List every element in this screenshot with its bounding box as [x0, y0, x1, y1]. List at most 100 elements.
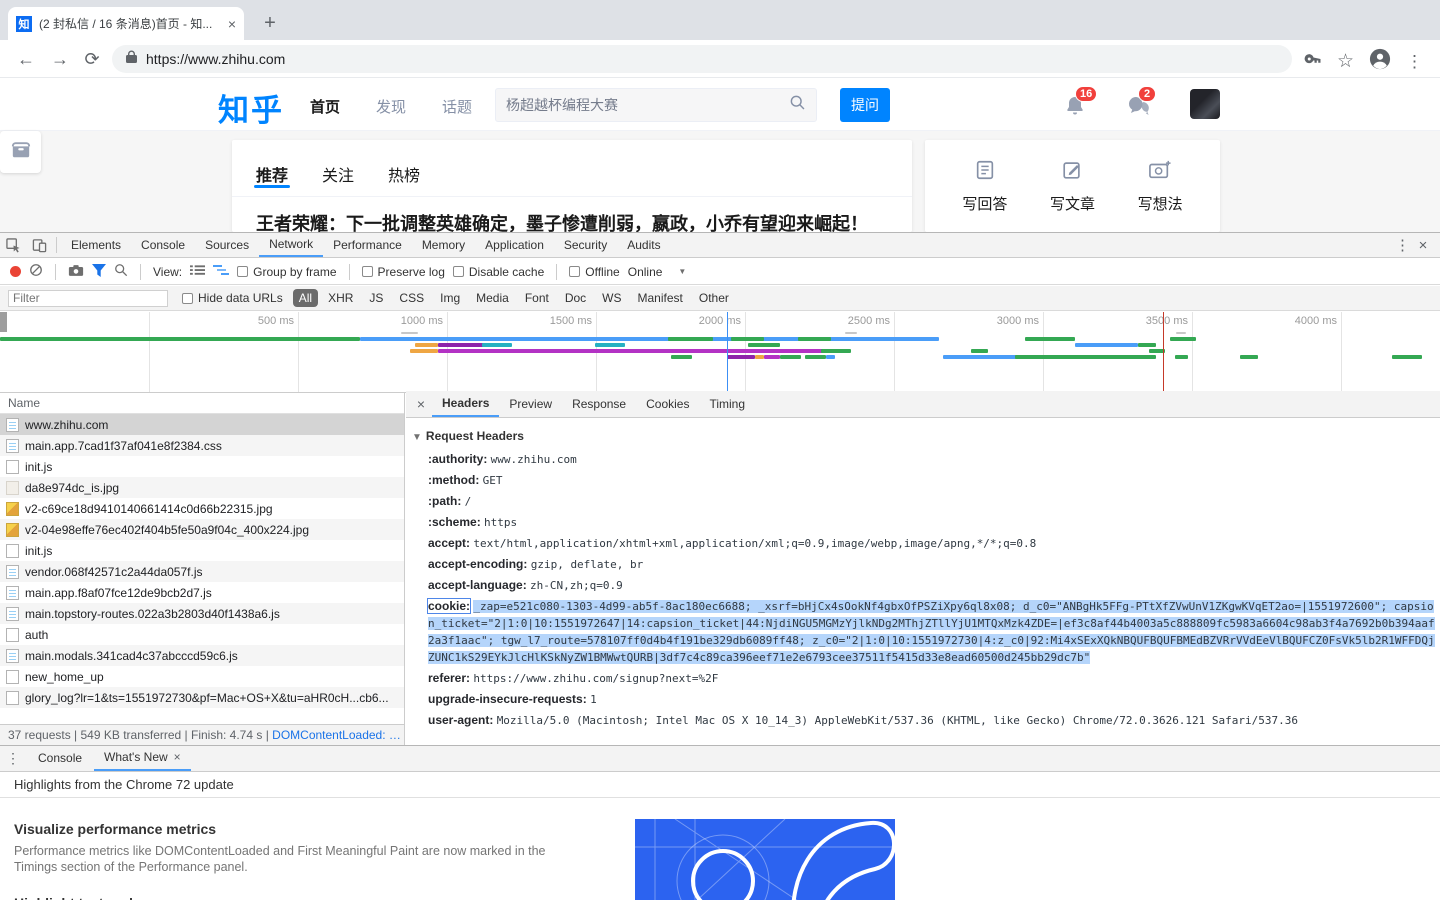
- disable-cache-checkbox[interactable]: Disable cache: [453, 265, 544, 279]
- request-row[interactable]: auth: [0, 624, 404, 645]
- feed-tab-[interactable]: 推荐: [256, 162, 288, 196]
- view-waterfall-icon[interactable]: [213, 264, 229, 279]
- devtools-tab-application[interactable]: Application: [475, 233, 554, 257]
- back-icon[interactable]: ←: [14, 48, 38, 72]
- devtools-tab-security[interactable]: Security: [554, 233, 617, 257]
- zhihu-logo[interactable]: 知乎: [218, 85, 284, 130]
- filter-type-all[interactable]: All: [293, 289, 318, 307]
- request-row[interactable]: main.app.7cad1f37af041e8f2384.css: [0, 435, 404, 456]
- close-details-icon[interactable]: ×: [412, 396, 430, 412]
- network-overview-timeline[interactable]: 500 ms1000 ms1500 ms2000 ms2500 ms3000 m…: [0, 312, 1440, 393]
- nav-topics[interactable]: 话题: [442, 96, 472, 117]
- ask-question-button[interactable]: 提问: [840, 88, 890, 122]
- filter-type-xhr[interactable]: XHR: [322, 289, 359, 307]
- drawer-tab-whats-new[interactable]: What's New×: [94, 746, 191, 771]
- group-by-frame-checkbox[interactable]: Group by frame: [237, 265, 336, 279]
- request-row[interactable]: vendor.068f42571c2a44da057f.js: [0, 561, 404, 582]
- filter-type-doc[interactable]: Doc: [559, 289, 592, 307]
- request-row[interactable]: init.js: [0, 540, 404, 561]
- request-row[interactable]: glory_log?lr=1&ts=1551972730&pf=Mac+OS+X…: [0, 687, 404, 708]
- filter-type-js[interactable]: JS: [363, 289, 389, 307]
- details-tab-timing[interactable]: Timing: [699, 391, 755, 417]
- sidebar-widget-button[interactable]: [0, 131, 41, 173]
- clear-icon[interactable]: [29, 263, 43, 280]
- new-tab-button[interactable]: +: [256, 9, 284, 37]
- details-tab-cookies[interactable]: Cookies: [636, 391, 699, 417]
- filter-type-ws[interactable]: WS: [596, 289, 627, 307]
- tab-close-icon[interactable]: ×: [228, 16, 236, 32]
- key-icon[interactable]: [1304, 50, 1322, 73]
- record-icon[interactable]: [10, 266, 21, 277]
- name-column-header[interactable]: Name: [0, 393, 404, 414]
- devtools-tab-performance[interactable]: Performance: [323, 233, 412, 257]
- hide-data-urls-checkbox[interactable]: Hide data URLs: [182, 291, 283, 305]
- filter-type-manifest[interactable]: Manifest: [632, 289, 689, 307]
- write-article-button[interactable]: 写文章: [1050, 159, 1095, 214]
- close-whats-new-icon[interactable]: ×: [174, 746, 181, 769]
- feed-headline[interactable]: 王者荣耀：下一批调整英雄确定，墨子惨遭削弱，嬴政，小乔有望迎来崛起！: [232, 197, 912, 232]
- filter-funnel-icon[interactable]: [92, 264, 106, 280]
- screenshot-camera-icon[interactable]: [68, 264, 84, 280]
- chrome-menu-icon[interactable]: ⋮: [1406, 52, 1423, 72]
- filter-type-css[interactable]: CSS: [393, 289, 430, 307]
- offline-checkbox[interactable]: Offline: [569, 265, 619, 279]
- filter-type-media[interactable]: Media: [470, 289, 515, 307]
- filter-type-font[interactable]: Font: [519, 289, 555, 307]
- devtools-tab-network[interactable]: Network: [259, 233, 323, 257]
- request-row[interactable]: www.zhihu.com: [0, 414, 404, 435]
- search-icon[interactable]: [789, 94, 806, 116]
- request-row[interactable]: new_home_up: [0, 666, 404, 687]
- drawer-menu-icon[interactable]: ⋮: [0, 750, 26, 767]
- whats-new-item-title[interactable]: Visualize performance metrics: [14, 821, 579, 837]
- preserve-log-checkbox[interactable]: Preserve log: [362, 265, 445, 279]
- user-avatar[interactable]: [1190, 89, 1220, 119]
- filter-type-img[interactable]: Img: [434, 289, 466, 307]
- filter-type-other[interactable]: Other: [693, 289, 735, 307]
- request-headers-section[interactable]: ▼Request Headers: [412, 425, 1436, 449]
- notifications-button[interactable]: 16: [1063, 93, 1087, 124]
- request-row[interactable]: main.topstory-routes.022a3b2803d40f1438a…: [0, 603, 404, 624]
- details-tab-response[interactable]: Response: [562, 391, 636, 417]
- devtools-tab-console[interactable]: Console: [131, 233, 195, 257]
- request-row[interactable]: da8e974dc_is.jpg: [0, 477, 404, 498]
- request-row[interactable]: v2-c69ce18d9410140661414c0d66b22315.jpg: [0, 498, 404, 519]
- view-list-icon[interactable]: [190, 264, 205, 279]
- throttling-select[interactable]: Online: [628, 265, 663, 279]
- forward-icon[interactable]: →: [48, 48, 72, 72]
- whats-new-item-title[interactable]: Highlight text nodes: [14, 895, 579, 900]
- messages-button[interactable]: 2: [1126, 93, 1152, 124]
- throttling-dropdown-icon[interactable]: ▼: [678, 267, 686, 276]
- write-idea-button[interactable]: 写想法: [1138, 159, 1183, 214]
- request-row[interactable]: init.js: [0, 456, 404, 477]
- inspect-element-icon[interactable]: [0, 233, 26, 257]
- devtools-tab-audits[interactable]: Audits: [617, 233, 670, 257]
- devtools-tab-elements[interactable]: Elements: [61, 233, 131, 257]
- feed-tab-[interactable]: 热榜: [388, 162, 420, 196]
- devtools-menu-icon[interactable]: ⋮: [1395, 236, 1410, 254]
- profile-icon[interactable]: [1369, 48, 1391, 75]
- devtools-tab-sources[interactable]: Sources: [195, 233, 259, 257]
- address-bar[interactable]: https://www.zhihu.com: [112, 45, 1292, 73]
- write-answer-button[interactable]: 写回答: [962, 159, 1007, 214]
- bookmark-star-icon[interactable]: ☆: [1337, 50, 1354, 73]
- search-input[interactable]: [506, 97, 789, 113]
- feed-tab-[interactable]: 关注: [322, 162, 354, 196]
- lock-icon: [126, 50, 137, 68]
- details-tab-headers[interactable]: Headers: [432, 391, 499, 417]
- request-row[interactable]: main.app.f8af07fce12de9bcb2d7.js: [0, 582, 404, 603]
- devtools-close-icon[interactable]: ×: [1414, 237, 1432, 254]
- browser-tab[interactable]: 知 (2 封私信 / 16 条消息)首页 - 知... ×: [8, 7, 244, 40]
- search-requests-icon[interactable]: [114, 263, 128, 280]
- reload-icon[interactable]: ⟳: [80, 48, 104, 72]
- device-toolbar-icon[interactable]: [26, 233, 52, 257]
- drawer-tab-console[interactable]: Console: [28, 746, 92, 771]
- filter-input[interactable]: [8, 290, 168, 307]
- domcontentloaded-stat[interactable]: DOMContentLoaded: …: [272, 728, 401, 742]
- overview-grip[interactable]: [0, 312, 7, 332]
- nav-discover[interactable]: 发现: [376, 96, 406, 117]
- devtools-tab-memory[interactable]: Memory: [412, 233, 475, 257]
- request-row[interactable]: main.modals.341cad4c37abcccd59c6.js: [0, 645, 404, 666]
- details-tab-preview[interactable]: Preview: [499, 391, 562, 417]
- nav-home[interactable]: 首页: [310, 96, 340, 117]
- request-row[interactable]: v2-04e98effe76ec402f404b5fe50a9f04c_400x…: [0, 519, 404, 540]
